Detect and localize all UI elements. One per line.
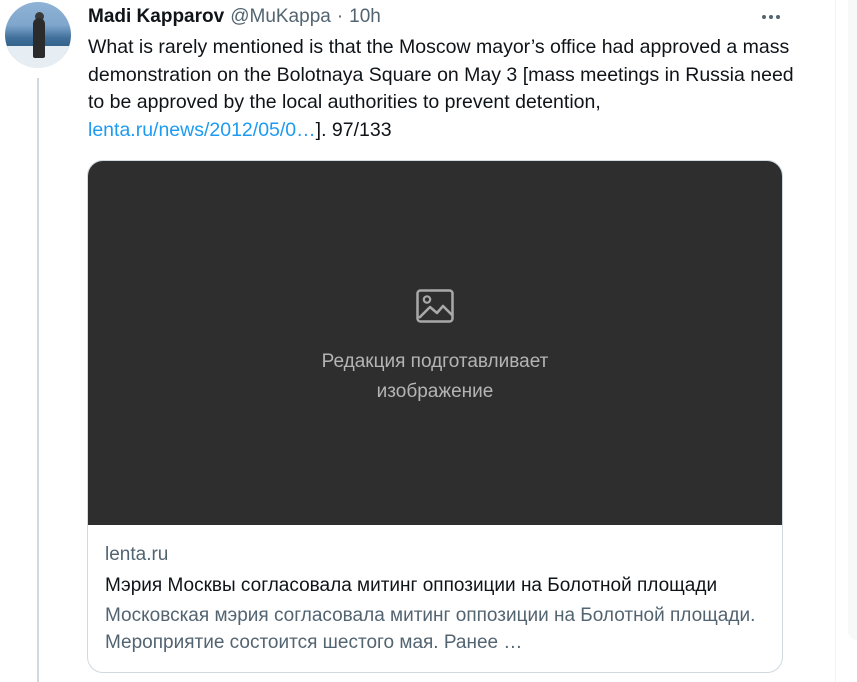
more-options-icon-dot [776,15,780,19]
card-meta: lenta.ru Мэрия Москвы согласовала митинг… [105,543,770,656]
author-name[interactable]: Madi Kapparov [88,6,224,28]
card-title: Мэрия Москвы согласовала митинг оппозици… [105,575,718,596]
header-separator: · [336,6,344,27]
tweet-header: Madi Kapparov @MuKappa · 10h [88,4,381,30]
card-domain: lenta.ru [105,544,169,565]
tweet-text-part: ]. 97/133 [315,118,392,141]
avatar[interactable] [5,2,71,68]
card-media[interactable]: Редакция подготавливает изображение [88,161,782,525]
more-options-button[interactable] [758,4,784,30]
tweet-text-part: What is rarely mentioned is that the Mos… [88,36,794,114]
tweet-timestamp[interactable]: 10h [349,6,381,28]
link-preview-card[interactable]: Редакция подготавливает изображение lent… [87,160,783,673]
more-options-icon-dot [769,15,773,19]
tweet-text: What is rarely mentioned is that the Mos… [88,34,798,144]
media-placeholder-text: Редакция подготавливает изображение [88,347,782,407]
author-handle[interactable]: @MuKappa [230,6,331,28]
card-description: Московская мэрия согласовала митинг оппо… [105,605,756,653]
more-options-icon [762,15,766,19]
thread-connector-line [37,78,39,682]
avatar-person-body [33,18,45,58]
placeholder-line-1: Редакция подготавливает [321,351,549,372]
placeholder-line-2: изображение [376,381,494,402]
column-divider [835,0,836,682]
sidebar-panel [848,0,857,640]
tweet-link[interactable]: lenta.ru/news/2012/05/0… [88,119,316,141]
image-icon [416,289,454,323]
